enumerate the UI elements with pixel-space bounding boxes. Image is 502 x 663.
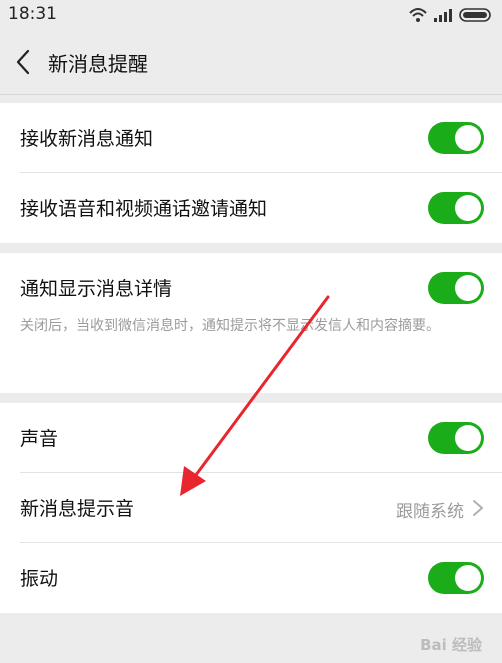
row-label: 声音: [20, 428, 59, 450]
toggle-knob: [455, 195, 481, 221]
toggle-knob: [455, 565, 481, 591]
row-new-message-tone[interactable]: 新消息提示音 跟随系统: [0, 473, 502, 543]
row-label: 新消息提示音: [20, 498, 135, 520]
settings-group-sound: 声音 新消息提示音 跟随系统 振动: [0, 403, 502, 613]
page-title: 新消息提醒: [48, 52, 148, 76]
row-show-message-details: 通知显示消息详情 关闭后，当收到微信消息时，通知提示将不显示发信人和内容摘要。: [0, 253, 502, 393]
watermark: Bai 经验: [420, 636, 482, 654]
receive-new-message-toggle[interactable]: [428, 122, 484, 154]
status-icons: [409, 8, 491, 22]
row-receive-new-message: 接收新消息通知: [0, 103, 502, 173]
signal-icon: [434, 9, 452, 22]
show-message-details-toggle[interactable]: [428, 272, 484, 304]
row-label: 接收新消息通知: [20, 128, 154, 150]
settings-group-details: 通知显示消息详情 关闭后，当收到微信消息时，通知提示将不显示发信人和内容摘要。: [0, 253, 502, 393]
row-label: 通知显示消息详情: [20, 278, 173, 300]
row-vibrate: 振动: [0, 543, 502, 613]
toggle-knob: [455, 425, 481, 451]
row-sound: 声音: [0, 403, 502, 473]
nav-bar: 新消息提醒: [0, 30, 502, 95]
toggle-knob: [455, 275, 481, 301]
row-value: 跟随系统: [396, 502, 464, 522]
back-arrow-icon[interactable]: [12, 48, 36, 76]
status-bar: 18:31: [0, 0, 502, 30]
sound-toggle[interactable]: [428, 422, 484, 454]
receive-call-invite-toggle[interactable]: [428, 192, 484, 224]
settings-group-notifications: 接收新消息通知 接收语音和视频通话邀请通知: [0, 103, 502, 243]
row-label: 接收语音和视频通话邀请通知: [20, 198, 268, 220]
battery-icon: [459, 8, 491, 22]
row-description: 关闭后，当收到微信消息时，通知提示将不显示发信人和内容摘要。: [20, 318, 440, 334]
toggle-knob: [455, 125, 481, 151]
status-time: 18:31: [8, 4, 57, 24]
chevron-right-icon: [473, 500, 483, 516]
row-label: 振动: [20, 568, 59, 590]
vibrate-toggle[interactable]: [428, 562, 484, 594]
wifi-icon: [409, 8, 427, 22]
row-receive-call-invite: 接收语音和视频通话邀请通知: [0, 173, 502, 243]
